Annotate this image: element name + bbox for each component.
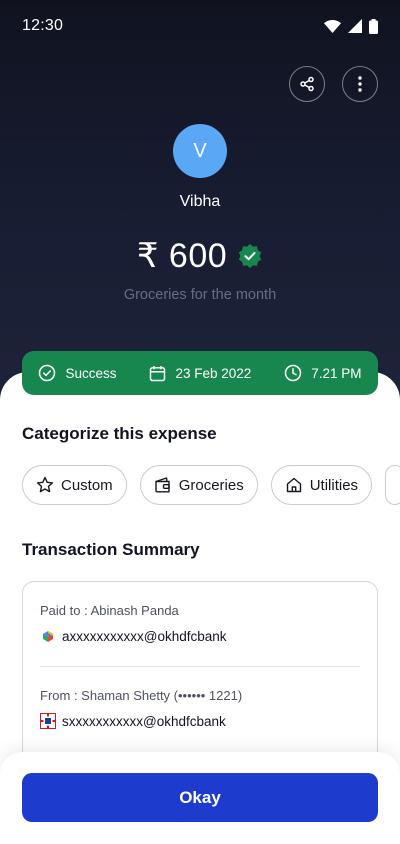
more-vertical-icon — [358, 76, 362, 92]
status-bar: 12:30 — [0, 0, 400, 52]
paid-to-row: axxxxxxxxxxx@okhdfcbank — [40, 628, 227, 644]
categorize-title: Categorize this expense — [22, 424, 217, 443]
transaction-summary-card: Paid to : Abinash Panda axxxxxxxxxxx@okh… — [22, 581, 378, 781]
amount-row: ₹ 600 — [0, 236, 400, 276]
from-row: sxxxxxxxxxxx@okhdfcbank — [40, 713, 226, 729]
chip-custom[interactable]: Custom — [22, 465, 127, 505]
chip-groceries-label: Groceries — [178, 476, 244, 494]
more-options-button[interactable] — [342, 66, 378, 102]
star-icon — [36, 476, 54, 493]
check-circle-icon — [39, 364, 56, 382]
time-label: 7.21 PM — [311, 365, 362, 381]
avatar-initial: V — [193, 139, 207, 162]
clock-icon — [284, 364, 302, 382]
summary-title: Transaction Summary — [22, 540, 200, 559]
amount-value: ₹ 600 — [136, 237, 228, 275]
share-icon — [300, 76, 314, 92]
status-date: 23 Feb 2022 — [149, 365, 251, 382]
date-label: 23 Feb 2022 — [175, 365, 252, 381]
share-button[interactable] — [289, 66, 325, 102]
category-chips: Custom Groceries Utilities — [22, 465, 400, 505]
from-upi-id: sxxxxxxxxxxx@okhdfcbank — [62, 713, 226, 729]
payee-name: Vibha — [179, 193, 221, 210]
chip-groceries[interactable]: Groceries — [139, 465, 258, 505]
paid-to-upi-id: axxxxxxxxxxx@okhdfcbank — [62, 628, 227, 644]
chip-utilities[interactable]: Utilities — [270, 465, 373, 505]
signal-icon — [348, 19, 362, 33]
wifi-icon — [324, 19, 341, 33]
chip-custom-label: Custom — [61, 476, 113, 494]
chip-more[interactable] — [385, 465, 400, 505]
status-success: Success — [38, 364, 117, 382]
paid-to-label: Paid to : Abinash Panda — [40, 603, 179, 618]
okay-button[interactable]: Okay — [22, 773, 378, 822]
avatar: V — [173, 124, 227, 178]
wallet-icon — [154, 477, 170, 493]
status-time: 12:30 — [22, 17, 64, 34]
upi-app-icon — [43, 631, 53, 642]
status-time: 7.21 PM — [284, 364, 362, 382]
transaction-status-strip: Success 23 Feb 2022 7.21 PM — [22, 351, 378, 395]
verified-check-icon — [238, 244, 262, 268]
payment-note: Groceries for the month — [123, 287, 277, 303]
home-icon — [286, 477, 301, 493]
from-label: From : Shaman Shetty (•••••• 1221) — [40, 688, 243, 703]
battery-icon — [369, 18, 378, 34]
summary-divider — [40, 666, 360, 667]
calendar-icon — [150, 365, 166, 381]
status-icons — [324, 18, 378, 34]
status-label: Success — [65, 365, 117, 381]
chip-utilities-label: Utilities — [309, 476, 359, 494]
hdfc-bank-icon — [40, 713, 56, 729]
